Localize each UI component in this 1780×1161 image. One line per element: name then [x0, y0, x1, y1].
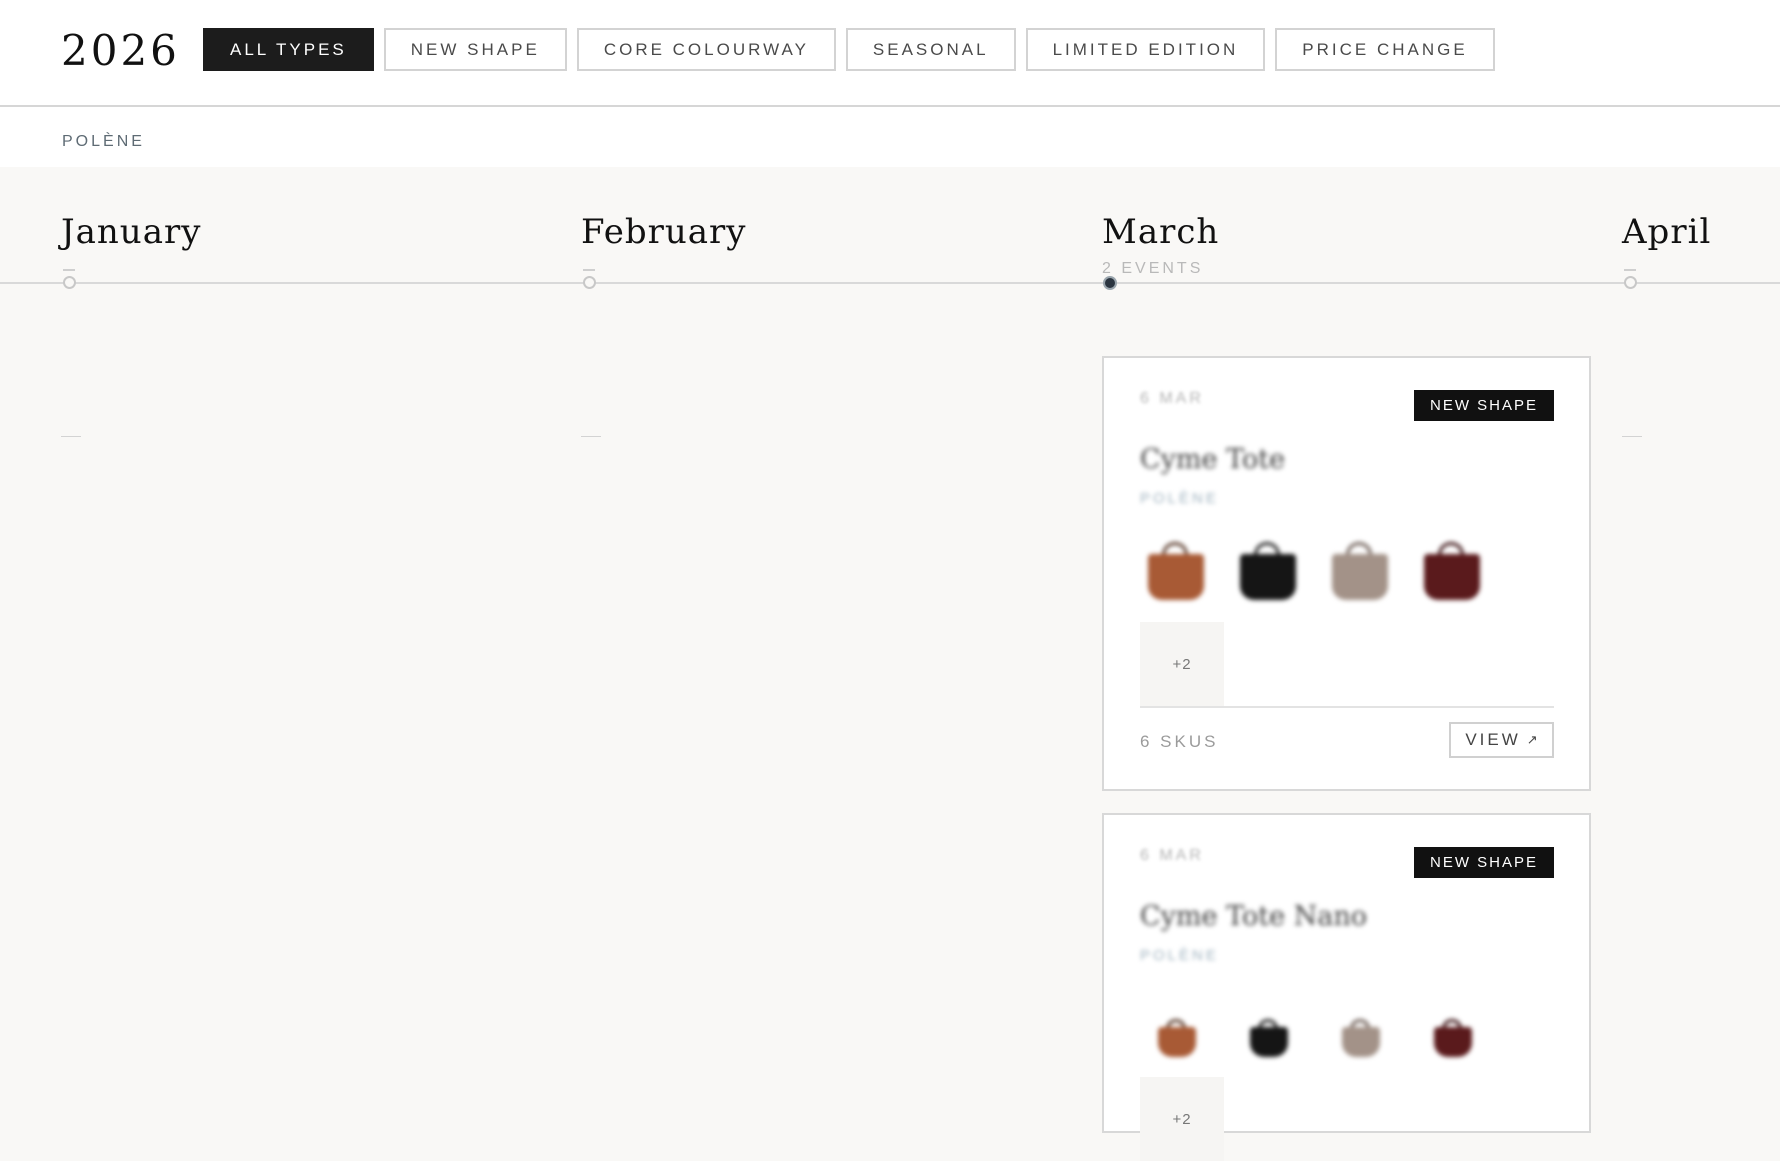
- event-brand: POLÈNE: [1140, 490, 1219, 507]
- filter-new-shape[interactable]: NEW SHAPE: [383, 28, 567, 71]
- colourway-swatch[interactable]: [1232, 534, 1304, 606]
- march-event-count: 2 EVENTS: [1102, 260, 1204, 277]
- event-type-badge: NEW SHAPE: [1413, 390, 1554, 421]
- month-tick: [583, 269, 595, 271]
- event-title: Cyme Tote Nano: [1140, 901, 1368, 932]
- bag-icon: [1332, 554, 1388, 600]
- brand-bar: POLÈNE: [0, 107, 1780, 167]
- arrow-up-right-icon: ↗: [1526, 732, 1538, 747]
- month-tick: [63, 269, 75, 271]
- event-type-badge: NEW SHAPE: [1413, 847, 1554, 878]
- top-bar: 2026 ALL TYPES NEW SHAPE CORE COLOURWAY …: [0, 0, 1780, 107]
- colourway-swatches: [1140, 991, 1488, 1063]
- view-button-label: VIEW: [1465, 730, 1521, 749]
- filter-seasonal[interactable]: SEASONAL: [845, 28, 1016, 71]
- colourway-swatch[interactable]: [1324, 534, 1396, 606]
- filter-price-change[interactable]: PRICE CHANGE: [1275, 28, 1495, 71]
- month-march[interactable]: March: [1102, 212, 1219, 252]
- colourway-swatch[interactable]: [1232, 991, 1304, 1063]
- year-title: 2026: [61, 26, 180, 75]
- bag-icon: [1240, 554, 1296, 600]
- bag-icon: [1250, 1027, 1288, 1057]
- bag-icon: [1158, 1027, 1196, 1057]
- bag-icon: [1148, 554, 1204, 600]
- filter-limited-edition[interactable]: LIMITED EDITION: [1025, 28, 1266, 71]
- timeline-dot-april[interactable]: [1624, 276, 1637, 289]
- view-button[interactable]: VIEW ↗: [1449, 722, 1554, 758]
- month-april[interactable]: April: [1622, 212, 1711, 252]
- filter-all-types[interactable]: ALL TYPES: [203, 28, 374, 71]
- colourway-swatch[interactable]: [1140, 534, 1212, 606]
- timeline-axis: [0, 282, 1780, 284]
- colourway-swatch[interactable]: [1324, 991, 1396, 1063]
- timeline-dot-january[interactable]: [63, 276, 76, 289]
- month-february[interactable]: February: [581, 212, 747, 252]
- sku-count: 6 SKUS: [1140, 732, 1219, 751]
- colourway-swatch[interactable]: [1416, 991, 1488, 1063]
- event-date: 6 MAR: [1140, 847, 1204, 864]
- more-swatches-button[interactable]: +2: [1140, 622, 1224, 706]
- more-swatches-button[interactable]: +2: [1140, 1077, 1224, 1161]
- colourway-swatch[interactable]: [1416, 534, 1488, 606]
- empty-month-placeholder: [581, 436, 601, 437]
- event-date: 6 MAR: [1140, 390, 1204, 407]
- timeline-dot-march[interactable]: [1103, 276, 1117, 290]
- month-tick: [1624, 269, 1636, 271]
- card-divider: [1140, 706, 1554, 708]
- bag-icon: [1434, 1027, 1472, 1057]
- empty-month-placeholder: [1622, 436, 1642, 437]
- empty-month-placeholder: [61, 436, 81, 437]
- bag-icon: [1424, 554, 1480, 600]
- filter-core-colourway[interactable]: CORE COLOURWAY: [576, 28, 836, 71]
- event-brand: POLÈNE: [1140, 947, 1219, 964]
- type-filter-group: ALL TYPES NEW SHAPE CORE COLOURWAY SEASO…: [203, 28, 1495, 71]
- colourway-swatch[interactable]: [1140, 991, 1212, 1063]
- event-card[interactable]: 6 MAR NEW SHAPE Cyme Tote POLÈNE +2 6 SK…: [1102, 356, 1591, 791]
- bag-icon: [1342, 1027, 1380, 1057]
- event-title: Cyme Tote: [1140, 444, 1286, 475]
- event-card[interactable]: 6 MAR NEW SHAPE Cyme Tote Nano POLÈNE +2: [1102, 813, 1591, 1161]
- brand-label: POLÈNE: [62, 133, 145, 150]
- colourway-swatches: [1140, 534, 1488, 606]
- timeline-dot-february[interactable]: [583, 276, 596, 289]
- month-january[interactable]: January: [61, 212, 201, 252]
